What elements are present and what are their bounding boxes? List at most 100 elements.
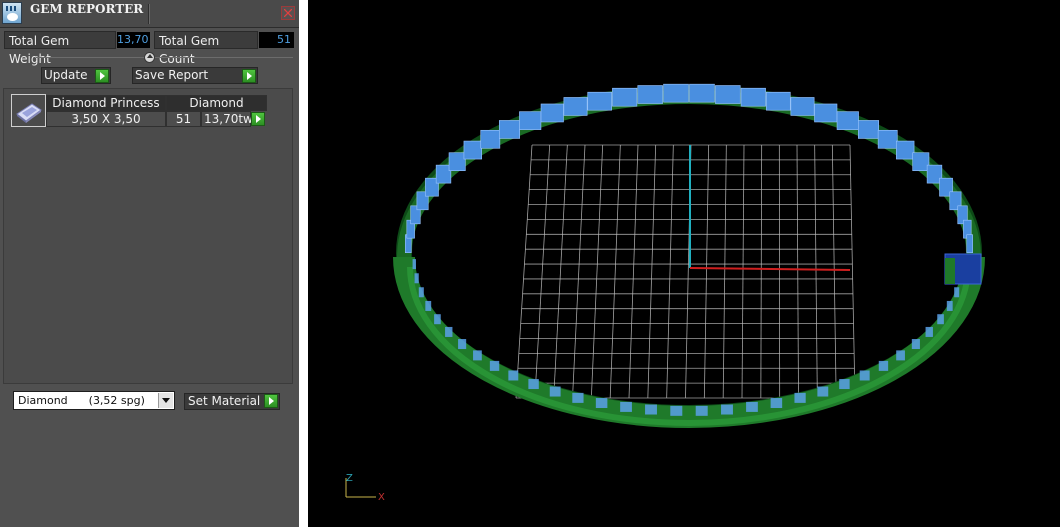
grid-line <box>796 144 799 399</box>
gem-window <box>817 386 829 397</box>
grid-line <box>849 144 856 399</box>
material-select-value: Diamond (3,52 spg) <box>18 394 145 407</box>
gem-stone <box>637 85 663 104</box>
gem-name-cell: Diamond Princess <box>46 95 166 111</box>
gem-stone <box>912 152 930 172</box>
grid-line <box>572 144 586 399</box>
gem-window <box>746 401 758 412</box>
gem-stone <box>463 140 483 160</box>
gem-stone <box>563 97 588 116</box>
gem-stone <box>766 91 791 111</box>
total-gem-weight-value: 13,70 <box>117 32 150 48</box>
gem-window <box>418 287 424 298</box>
grid-line <box>628 144 639 399</box>
gem-stone <box>966 234 973 254</box>
save-report-button-label: Save Report <box>135 68 209 82</box>
grid-line <box>722 144 727 399</box>
update-button-label: Update <box>44 68 88 82</box>
gem-window <box>549 386 561 397</box>
close-button[interactable] <box>281 6 295 20</box>
gem-window <box>878 360 889 371</box>
gem-stone <box>435 164 452 184</box>
clasp-green-part <box>945 258 955 284</box>
gem-stone <box>790 97 815 116</box>
gem-window <box>911 339 920 350</box>
gem-window <box>572 392 584 403</box>
grid-line <box>703 144 710 399</box>
gem-weight-cell: 13,70tw <box>201 111 253 127</box>
total-gem-count-label: Total Gem Count <box>154 31 258 66</box>
close-icon <box>284 9 292 17</box>
gem-window <box>925 326 933 337</box>
gem-stone <box>587 91 612 111</box>
grid-line <box>515 144 533 399</box>
panel-title: GEM REPORTER <box>30 2 144 16</box>
gem-reporter-icon <box>2 2 22 24</box>
gem-size-cell: 3,50 X 3,50 <box>46 111 166 127</box>
titlebar-separator <box>148 4 150 24</box>
gem-window <box>445 326 453 337</box>
gem-reporter-panel: GEM REPORTER Total Gem Weight 13,70 Tota… <box>0 0 299 527</box>
play-arrow-icon[interactable] <box>95 69 109 83</box>
gem-window <box>412 259 417 270</box>
gem-stone <box>480 129 501 149</box>
play-arrow-icon[interactable] <box>264 394 278 408</box>
gem-window <box>695 405 708 416</box>
gem-window <box>770 398 783 409</box>
axis-x-label: X <box>378 492 385 503</box>
update-button[interactable]: Update <box>41 67 111 84</box>
gem-window <box>839 379 850 390</box>
gem-window <box>528 379 539 390</box>
panel-border <box>299 0 308 527</box>
viewport-scene[interactable]: Z X <box>308 0 1060 527</box>
save-report-button[interactable]: Save Report <box>132 67 258 84</box>
play-arrow-icon[interactable] <box>242 69 256 83</box>
grid-line <box>609 144 621 399</box>
gem-window <box>954 287 960 298</box>
gem-stone <box>836 111 859 130</box>
gem-stone <box>663 83 689 103</box>
gem-window <box>595 398 608 409</box>
grid-line <box>534 144 551 399</box>
gem-window <box>434 314 441 325</box>
gem-stone <box>858 120 880 139</box>
3d-viewport[interactable]: Z X <box>308 0 1060 527</box>
grid-line <box>831 144 837 399</box>
axis-z-label: Z <box>346 473 353 484</box>
gem-window <box>425 300 432 311</box>
gem-window <box>620 401 632 412</box>
grid-line <box>553 144 568 399</box>
gem-window <box>458 339 467 350</box>
ring-front-band <box>393 256 985 428</box>
gem-window <box>946 300 953 311</box>
grid-line <box>590 144 604 399</box>
total-gem-count-value: 51 <box>259 32 294 48</box>
gem-stone <box>895 140 915 160</box>
collapse-toggle[interactable] <box>144 52 155 63</box>
total-gem-weight-label: Total Gem Weight <box>4 31 116 66</box>
gem-stone <box>689 83 715 103</box>
set-material-button[interactable]: Set Material <box>184 393 280 410</box>
chevron-down-icon[interactable] <box>158 393 173 408</box>
chevron-up-icon <box>147 54 153 58</box>
gem-thumbnail[interactable] <box>11 94 46 127</box>
gem-window <box>721 404 733 415</box>
grid-line <box>647 144 657 399</box>
panel-titlebar[interactable]: GEM REPORTER <box>0 0 299 28</box>
gem-list: Diamond Princess Diamond 3,50 X 3,50 51 … <box>3 88 293 384</box>
gem-stone <box>448 152 466 172</box>
gem-window <box>859 370 870 381</box>
grid-line <box>760 144 763 399</box>
section-divider <box>36 57 293 58</box>
material-select[interactable]: Diamond (3,52 spg) <box>13 391 175 410</box>
ground-grid <box>515 144 856 399</box>
diamond-princess-icon <box>16 103 42 123</box>
gem-window <box>670 405 683 416</box>
play-arrow-icon[interactable] <box>251 112 265 126</box>
ring-front-highlight <box>407 266 971 426</box>
gem-window <box>414 273 419 284</box>
gem-stone <box>715 85 741 104</box>
grid-line <box>814 144 818 399</box>
gem-window <box>508 370 519 381</box>
gem-count-cell: 51 <box>166 111 201 127</box>
